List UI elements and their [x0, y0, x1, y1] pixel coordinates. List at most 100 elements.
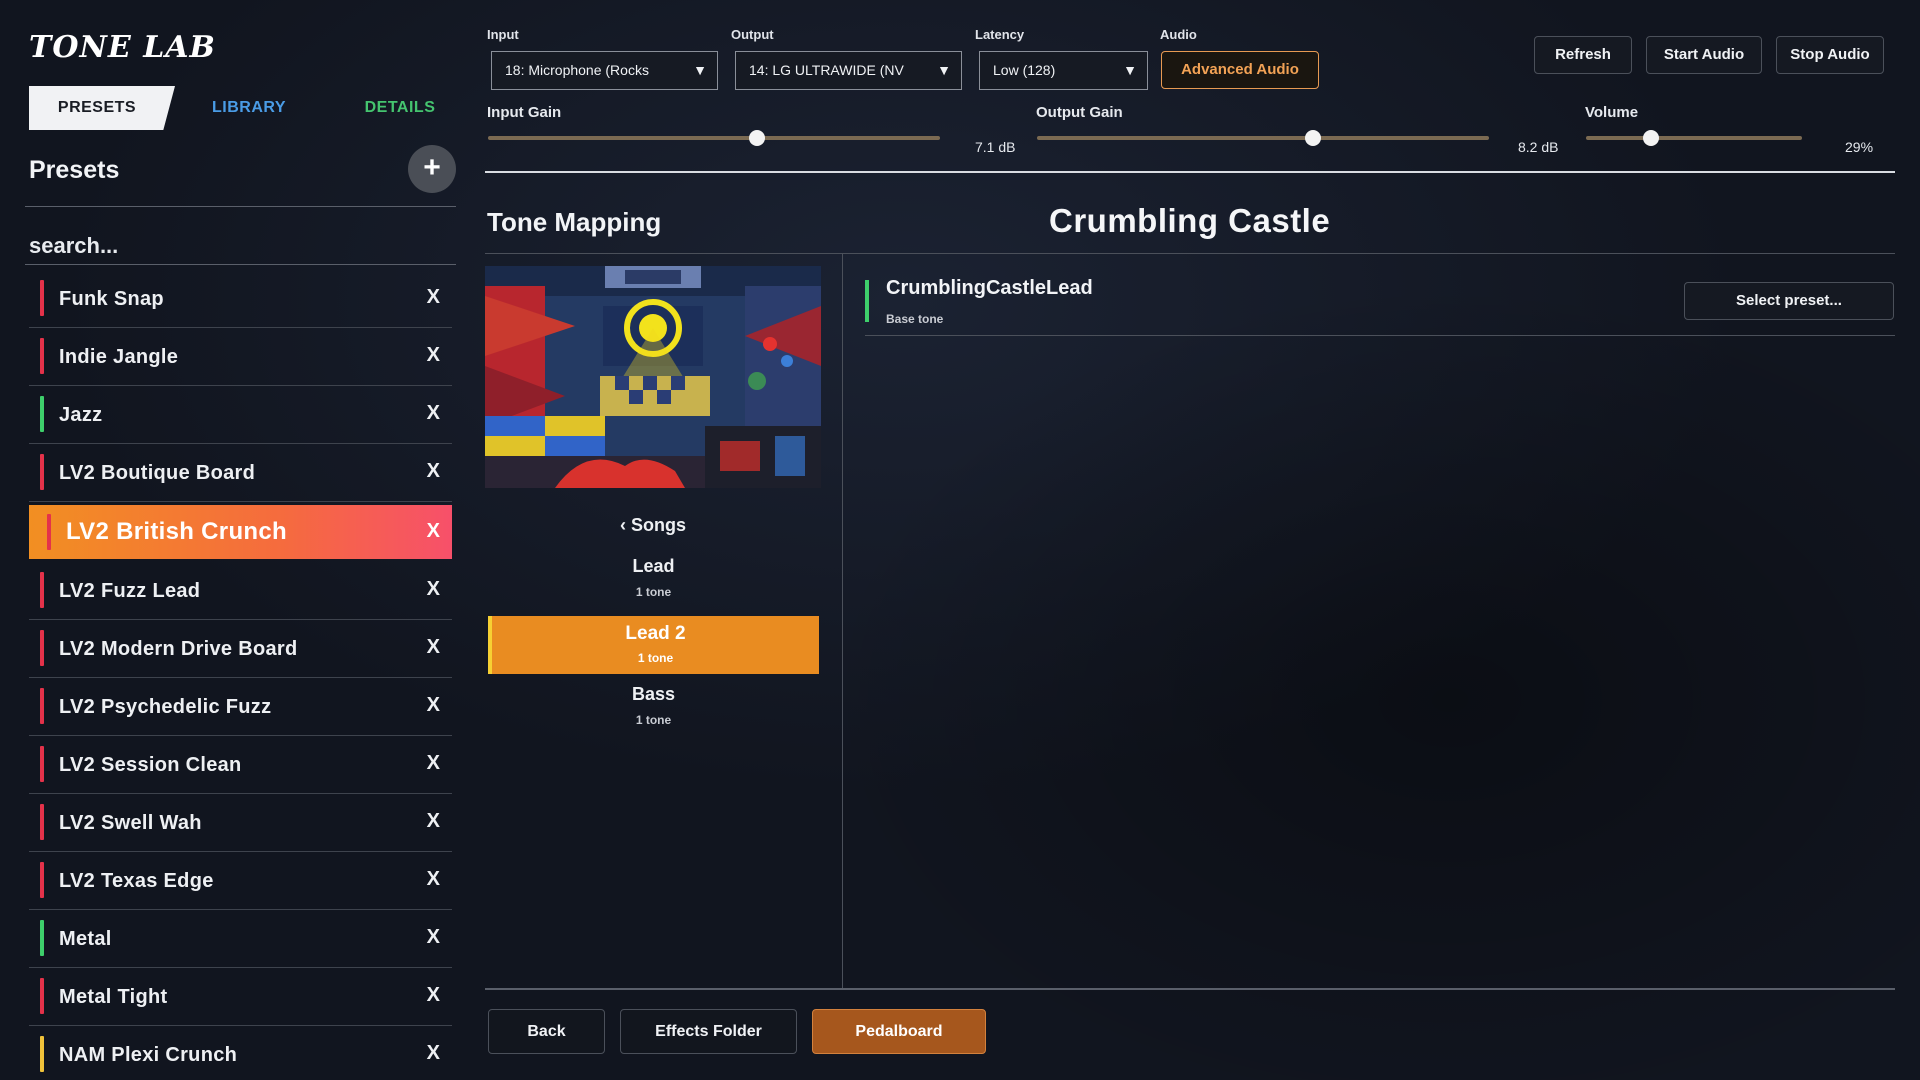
tone-name: CrumblingCastleLead	[886, 277, 1093, 299]
delete-preset-button[interactable]: X	[427, 578, 440, 601]
preset-color-bar	[47, 514, 51, 550]
delete-preset-button[interactable]: X	[427, 636, 440, 659]
divider	[485, 988, 1895, 990]
tone-color-bar	[865, 280, 869, 322]
delete-preset-button[interactable]: X	[427, 344, 440, 367]
preset-item[interactable]: LV2 Session Clean X	[29, 736, 452, 794]
search-input[interactable]	[25, 228, 456, 264]
preset-item[interactable]: Metal Tight X	[29, 968, 452, 1026]
app-window: TONE LAB PRESETS LIBRARY DETAILS Presets…	[0, 0, 1920, 1080]
preset-color-bar	[40, 920, 44, 956]
preset-color-bar	[40, 1036, 44, 1072]
preset-color-bar	[40, 746, 44, 782]
preset-item[interactable]: Indie Jangle X	[29, 328, 452, 386]
slider-thumb[interactable]	[1642, 130, 1659, 146]
input-device-value: 18: Microphone (Rocks	[505, 62, 649, 78]
select-preset-button[interactable]: Select preset...	[1684, 282, 1894, 320]
delete-preset-button[interactable]: X	[427, 752, 440, 775]
preset-name: LV2 Swell Wah	[59, 812, 202, 834]
divider	[25, 264, 456, 265]
preset-color-bar	[40, 862, 44, 898]
section-item-bass[interactable]: Bass 1 tone	[488, 684, 819, 727]
slider-thumb[interactable]	[748, 130, 765, 146]
output-gain-slider[interactable]	[1037, 130, 1489, 146]
section-title: Tone Mapping	[487, 207, 662, 237]
section-tone-count: 1 tone	[635, 713, 672, 727]
section-name: Lead 2	[625, 623, 686, 644]
preset-color-bar	[40, 804, 44, 840]
preset-color-bar	[40, 688, 44, 724]
chevron-down-icon: ▼	[693, 62, 707, 78]
album-art-image	[485, 266, 821, 488]
output-device-value: 14: LG ULTRAWIDE (NV	[749, 62, 904, 78]
divider	[865, 335, 1895, 336]
section-item-lead-2[interactable]: Lead 2 1 tone	[488, 616, 819, 674]
latency-select[interactable]: Low (128) ▼	[979, 51, 1148, 90]
preset-item[interactable]: LV2 British Crunch X	[29, 505, 452, 559]
preset-name: LV2 Boutique Board	[59, 462, 256, 484]
section-tone-count: 1 tone	[635, 585, 672, 599]
back-button[interactable]: Back	[488, 1009, 605, 1054]
preset-name: Funk Snap	[59, 288, 164, 310]
slider-thumb[interactable]	[1304, 130, 1321, 146]
delete-preset-button[interactable]: X	[427, 286, 440, 309]
preset-item[interactable]: Metal X	[29, 910, 452, 968]
presets-heading: Presets	[29, 156, 120, 184]
delete-preset-button[interactable]: X	[427, 926, 440, 949]
section-item-lead[interactable]: Lead 1 tone	[488, 556, 819, 599]
preset-item[interactable]: LV2 Modern Drive Board X	[29, 620, 452, 678]
refresh-button[interactable]: Refresh	[1534, 36, 1632, 74]
divider	[485, 171, 1895, 173]
preset-name: Jazz	[59, 404, 103, 426]
add-preset-button[interactable]: +	[408, 145, 456, 193]
preset-color-bar	[40, 396, 44, 432]
output-label: Output	[731, 27, 774, 42]
delete-preset-button[interactable]: X	[427, 984, 440, 1007]
preset-item[interactable]: LV2 Fuzz Lead X	[29, 562, 452, 620]
pedalboard-button[interactable]: Pedalboard	[812, 1009, 986, 1054]
preset-name: LV2 Texas Edge	[59, 870, 214, 892]
tab-presets[interactable]: PRESETS	[29, 86, 175, 130]
preset-color-bar	[40, 454, 44, 490]
advanced-audio-button[interactable]: Advanced Audio	[1161, 51, 1319, 89]
sidebar-tabs: PRESETS LIBRARY DETAILS	[29, 86, 459, 130]
delete-preset-button[interactable]: X	[427, 402, 440, 425]
preset-item[interactable]: NAM Plexi Crunch X	[29, 1026, 452, 1080]
delete-preset-button[interactable]: X	[427, 694, 440, 717]
preset-item[interactable]: LV2 Boutique Board X	[29, 444, 452, 502]
preset-name: LV2 Fuzz Lead	[59, 580, 201, 602]
volume-slider[interactable]	[1586, 130, 1802, 146]
tab-library[interactable]: LIBRARY	[199, 86, 299, 130]
delete-preset-button[interactable]: X	[427, 868, 440, 891]
preset-item[interactable]: LV2 Psychedelic Fuzz X	[29, 678, 452, 736]
chevron-down-icon: ▼	[1123, 62, 1137, 78]
preset-name: LV2 Session Clean	[59, 754, 242, 776]
effects-folder-button[interactable]: Effects Folder	[620, 1009, 797, 1054]
stop-audio-button[interactable]: Stop Audio	[1776, 36, 1884, 74]
delete-preset-button[interactable]: X	[427, 1042, 440, 1065]
preset-name: Metal Tight	[59, 986, 168, 1008]
divider	[842, 254, 843, 989]
section-name: Lead	[632, 556, 675, 576]
tab-details[interactable]: DETAILS	[345, 86, 455, 130]
output-device-select[interactable]: 14: LG ULTRAWIDE (NV ▼	[735, 51, 962, 90]
delete-preset-button[interactable]: X	[427, 460, 440, 483]
preset-list: Funk Snap X Indie Jangle X Jazz X LV2 Boutique…	[29, 270, 452, 1080]
preset-item[interactable]: LV2 Swell Wah X	[29, 794, 452, 852]
delete-preset-button[interactable]: X	[427, 810, 440, 833]
delete-preset-button[interactable]: X	[427, 520, 440, 543]
preset-item[interactable]: LV2 Texas Edge X	[29, 852, 452, 910]
preset-name: NAM Plexi Crunch	[59, 1044, 238, 1066]
input-gain-slider[interactable]	[488, 130, 940, 146]
preset-item[interactable]: Jazz X	[29, 386, 452, 444]
preset-color-bar	[40, 338, 44, 374]
input-gain-value: 7.1 dB	[975, 139, 1016, 155]
input-label: Input	[487, 27, 519, 42]
start-audio-button[interactable]: Start Audio	[1646, 36, 1762, 74]
preset-name: LV2 Modern Drive Board	[59, 638, 298, 660]
input-device-select[interactable]: 18: Microphone (Rocks ▼	[491, 51, 718, 90]
songs-back-link[interactable]: ‹ Songs	[620, 515, 686, 536]
preset-color-bar	[40, 572, 44, 608]
preset-item[interactable]: Funk Snap X	[29, 270, 452, 328]
preset-name: LV2 Psychedelic Fuzz	[59, 696, 272, 718]
